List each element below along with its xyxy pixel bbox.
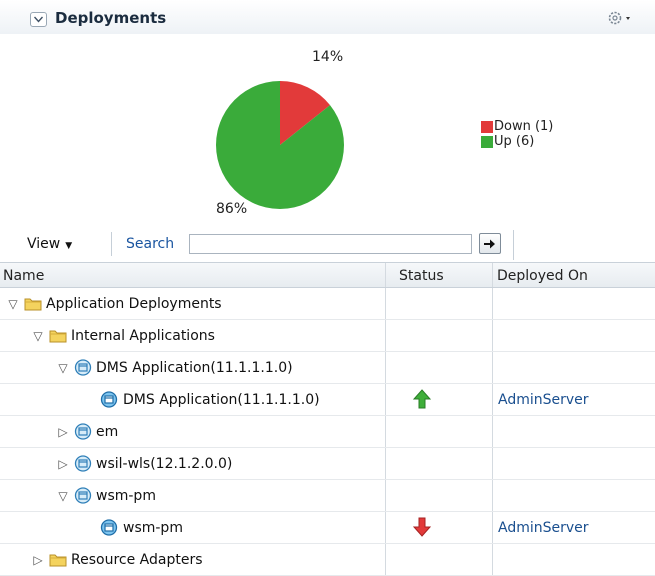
column-divider: [385, 416, 386, 447]
application-icon: [74, 423, 92, 440]
table-body: ▽ Application Deployments ▽ Internal Applic…: [0, 288, 655, 576]
table-row[interactable]: ▷ em: [0, 416, 655, 448]
column-divider: [385, 384, 386, 415]
folder-icon: [49, 328, 67, 343]
row-name-label[interactable]: DMS Application(11.1.1.1.0): [96, 360, 293, 376]
application-deployed-icon: [99, 391, 119, 408]
row-name-cell: ▽ Application Deployments: [5, 288, 222, 319]
folder-icon: [49, 552, 67, 567]
table-row[interactable]: ▽ Internal Applications: [0, 320, 655, 352]
expand-toggle-icon[interactable]: ▷: [55, 425, 71, 439]
row-name-cell: ▽ DMS Application(11.1.1.1.0): [55, 352, 293, 383]
column-divider: [492, 384, 493, 415]
legend-label-down: Down (1): [494, 119, 554, 134]
pie-slices: [216, 81, 344, 209]
legend-swatch-up: [481, 135, 493, 148]
column-header-deployed-on[interactable]: Deployed On: [497, 268, 588, 284]
table-row[interactable]: ▽ Application Deployments: [0, 288, 655, 320]
row-name-cell: ▷ Resource Adapters: [30, 544, 203, 575]
deployments-table: Name Status Deployed On ▽ Application Dep…: [0, 262, 655, 576]
legend-label-up: Up (6): [494, 134, 535, 149]
row-name-cell: ▽ wsm-pm: [55, 480, 156, 511]
application-deployed-icon: [99, 519, 119, 536]
column-header-name[interactable]: Name: [3, 268, 44, 284]
toolbar-divider: [513, 230, 514, 260]
column-divider: [385, 544, 386, 575]
row-name-label[interactable]: DMS Application(11.1.1.1.0): [123, 392, 320, 408]
view-menu-button[interactable]: View ▼: [27, 236, 72, 252]
collapse-toggle-icon[interactable]: [30, 12, 47, 27]
deployments-pie-chart: 14% 86% Down (1) Up (6): [0, 34, 655, 224]
row-name-label: Application Deployments: [46, 295, 222, 312]
table-row[interactable]: wsm-pm AdminServer: [0, 512, 655, 544]
column-divider: [492, 544, 493, 575]
table-header: Name Status Deployed On: [0, 262, 655, 288]
row-name-cell: ▷ wsil-wls(12.1.2.0.0): [55, 448, 232, 479]
column-divider: [385, 512, 386, 543]
column-divider: [385, 480, 386, 511]
row-name-cell: ▷ em: [55, 416, 118, 447]
expand-toggle-icon[interactable]: ▽: [55, 489, 71, 503]
chart-legend: Down (1) Up (6): [481, 119, 553, 149]
column-divider: [492, 288, 493, 319]
column-divider: [492, 512, 493, 543]
application-icon: [74, 455, 92, 472]
expand-toggle-icon[interactable]: ▷: [30, 553, 46, 567]
toolbar-divider: [111, 232, 112, 256]
column-divider: [492, 320, 493, 351]
table-row[interactable]: ▷ Resource Adapters: [0, 544, 655, 576]
legend-item-up: Up (6): [481, 134, 553, 149]
row-name-label: Resource Adapters: [71, 551, 203, 568]
row-name-cell: DMS Application(11.1.1.1.0): [80, 384, 320, 415]
row-name-label[interactable]: em: [96, 424, 118, 440]
panel-header: Deployments: [0, 0, 655, 34]
column-header-status[interactable]: Status: [399, 268, 444, 284]
column-divider: [492, 448, 493, 479]
row-name-cell: ▽ Internal Applications: [30, 320, 215, 351]
gear-menu-icon[interactable]: [606, 10, 644, 28]
folder-icon: [24, 296, 42, 311]
legend-item-down: Down (1): [481, 119, 553, 134]
column-divider: [385, 352, 386, 383]
legend-swatch-down: [481, 120, 493, 133]
row-name-cell: wsm-pm: [80, 512, 183, 543]
application-icon: [74, 359, 92, 376]
expand-toggle-icon[interactable]: ▽: [5, 297, 21, 311]
status-down-arrow-icon: [412, 517, 432, 541]
table-row[interactable]: ▷ wsil-wls(12.1.2.0.0): [0, 448, 655, 480]
expand-toggle-icon[interactable]: ▽: [30, 329, 46, 343]
row-name-label[interactable]: wsil-wls(12.1.2.0.0): [96, 456, 232, 472]
column-divider: [492, 263, 493, 287]
column-divider: [492, 352, 493, 383]
search-go-button[interactable]: [479, 233, 501, 254]
table-toolbar: View ▼ Search: [0, 226, 655, 262]
row-name-label: Internal Applications: [71, 327, 215, 344]
panel-title: Deployments: [55, 9, 167, 27]
row-name-label[interactable]: wsm-pm: [123, 520, 183, 536]
column-divider: [385, 320, 386, 351]
column-divider: [385, 448, 386, 479]
pie-label-down: 14%: [312, 49, 344, 65]
column-divider: [492, 480, 493, 511]
pie-label-up: 86%: [216, 201, 248, 217]
table-row[interactable]: ▽ wsm-pm: [0, 480, 655, 512]
expand-toggle-icon[interactable]: ▽: [55, 361, 71, 375]
column-divider: [492, 416, 493, 447]
status-up-arrow-icon: [412, 389, 432, 413]
expand-toggle-icon[interactable]: ▷: [55, 457, 71, 471]
column-divider: [385, 263, 386, 287]
row-name-label[interactable]: wsm-pm: [96, 488, 156, 504]
column-divider: [385, 288, 386, 319]
deployed-on-link[interactable]: AdminServer: [498, 384, 589, 415]
deployed-on-link[interactable]: AdminServer: [498, 512, 589, 543]
table-row[interactable]: DMS Application(11.1.1.1.0) AdminServer: [0, 384, 655, 416]
chevron-down-icon: ▼: [65, 241, 73, 251]
search-label: Search: [126, 236, 175, 252]
arrow-right-icon: [484, 239, 495, 249]
table-row[interactable]: ▽ DMS Application(11.1.1.1.0): [0, 352, 655, 384]
application-icon: [74, 487, 92, 504]
view-menu-label: View: [27, 236, 61, 252]
search-input[interactable]: [189, 234, 472, 254]
